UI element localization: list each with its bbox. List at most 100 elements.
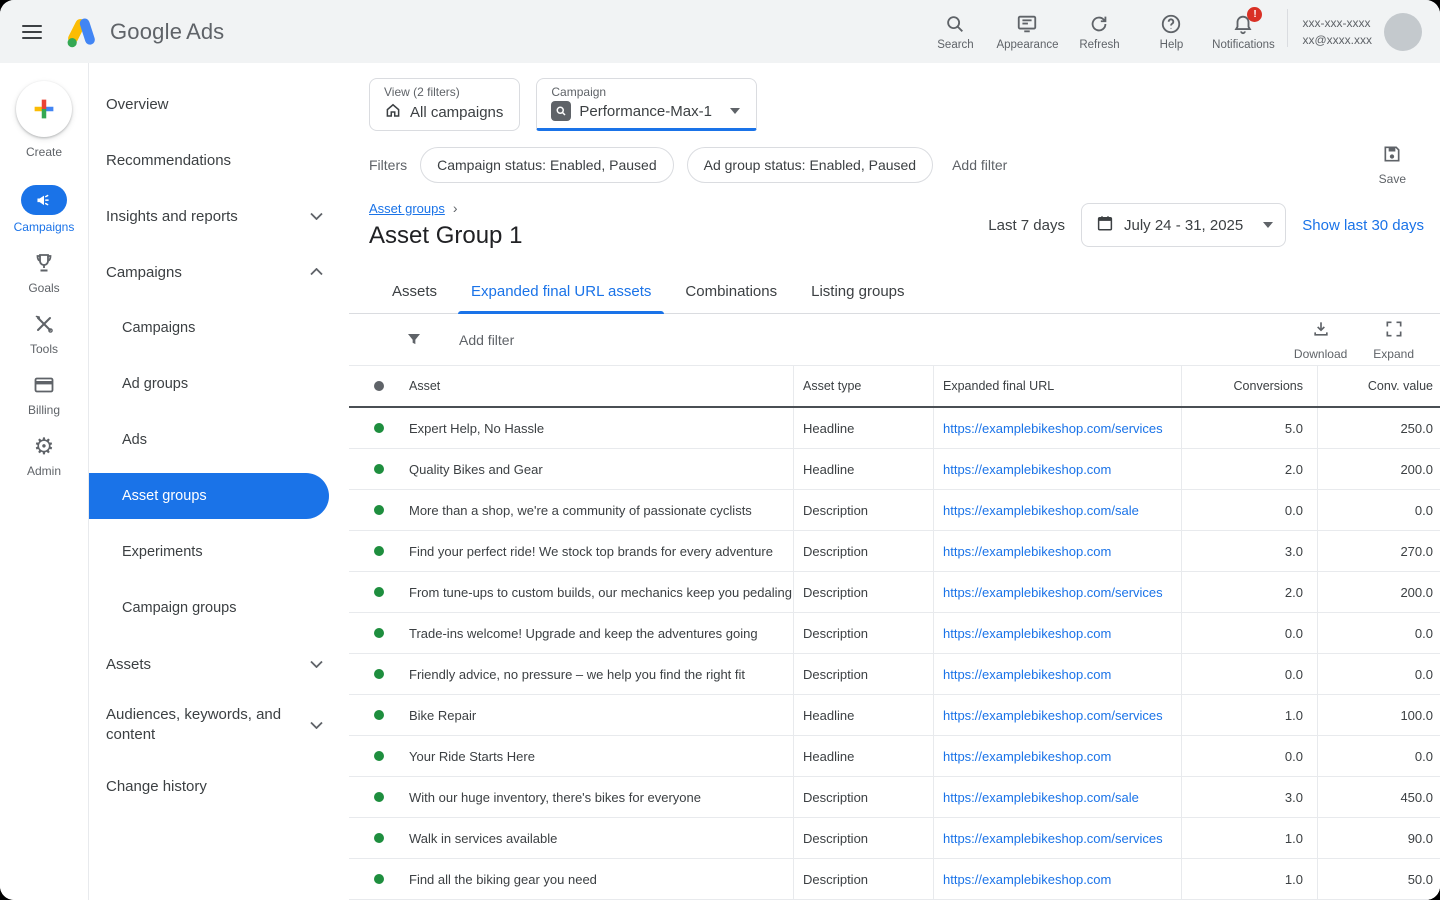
- expanded-final-url-link[interactable]: https://examplebikeshop.com/services: [933, 695, 1181, 735]
- asset-type-cell: Headline: [793, 449, 933, 489]
- expanded-final-url-link[interactable]: https://examplebikeshop.com: [933, 654, 1181, 694]
- asset-cell: Friendly advice, no pressure – we help y…: [409, 666, 746, 682]
- download-button[interactable]: Download: [1294, 319, 1347, 361]
- expanded-final-url-link[interactable]: https://examplebikeshop.com: [933, 859, 1181, 899]
- expanded-final-url-link[interactable]: https://examplebikeshop.com/sale: [933, 777, 1181, 817]
- nav-item-recommendations[interactable]: Recommendations: [89, 132, 349, 188]
- rail-item-billing[interactable]: Billing: [28, 372, 60, 417]
- nav-item-assets[interactable]: Assets: [89, 636, 349, 692]
- column-header-asset-type[interactable]: Asset type: [793, 366, 933, 406]
- table-row[interactable]: Bike Repair Headline https://examplebike…: [349, 695, 1440, 736]
- create-button[interactable]: Create: [16, 81, 72, 159]
- date-range-value: July 24 - 31, 2025: [1124, 216, 1244, 234]
- help-button[interactable]: Help: [1135, 13, 1207, 51]
- nav-item-change-history[interactable]: Change history: [89, 758, 349, 814]
- breadcrumb-asset-groups-link[interactable]: Asset groups: [369, 201, 445, 216]
- table-row[interactable]: From tune-ups to custom builds, our mech…: [349, 572, 1440, 613]
- nav-item-ads[interactable]: Ads: [89, 412, 349, 468]
- nav-panel: Overview Recommendations Insights and re…: [89, 63, 349, 900]
- expanded-final-url-link[interactable]: https://examplebikeshop.com: [933, 613, 1181, 653]
- calendar-icon: [1096, 214, 1114, 237]
- refresh-button[interactable]: Refresh: [1063, 13, 1135, 51]
- page-title: Asset Group 1: [369, 222, 523, 249]
- conversions-cell: 3.0: [1181, 777, 1317, 817]
- date-range-picker[interactable]: July 24 - 31, 2025: [1081, 203, 1287, 247]
- table-row[interactable]: Find your perfect ride! We stock top bra…: [349, 531, 1440, 572]
- nav-item-experiments[interactable]: Experiments: [89, 524, 349, 580]
- campaign-selector[interactable]: Campaign Performance-Max-1: [536, 78, 757, 131]
- expanded-final-url-link[interactable]: https://examplebikeshop.com/sale: [933, 490, 1181, 530]
- table-header: Asset Asset type Expanded final URL Conv…: [349, 366, 1440, 408]
- status-enabled-icon: [374, 874, 384, 884]
- rail-item-tools[interactable]: Tools: [30, 311, 58, 356]
- asset-type-cell: Headline: [793, 408, 933, 448]
- column-header-conv-value[interactable]: Conv. value: [1317, 366, 1440, 406]
- table-row[interactable]: Find all the biking gear you need Descri…: [349, 859, 1440, 900]
- nav-item-asset-groups[interactable]: Asset groups: [89, 473, 329, 519]
- nav-item-campaign-groups[interactable]: Campaign groups: [89, 580, 349, 636]
- column-header-conversions[interactable]: Conversions: [1181, 366, 1317, 406]
- refresh-icon: [1088, 13, 1110, 35]
- status-column-header-icon[interactable]: [374, 381, 384, 392]
- tab-expanded-final-url-assets[interactable]: Expanded final URL assets: [454, 270, 668, 314]
- table-row[interactable]: Quality Bikes and Gear Headline https://…: [349, 449, 1440, 490]
- menu-icon[interactable]: [22, 24, 42, 39]
- expand-button[interactable]: Expand: [1373, 319, 1414, 361]
- status-enabled-icon: [374, 792, 384, 802]
- conv-value-cell: 90.0: [1317, 818, 1440, 858]
- table-row[interactable]: More than a shop, we're a community of p…: [349, 490, 1440, 531]
- table-row[interactable]: With our huge inventory, there's bikes f…: [349, 777, 1440, 818]
- table-row[interactable]: Friendly advice, no pressure – we help y…: [349, 654, 1440, 695]
- nav-item-audiences[interactable]: Audiences, keywords, and content: [89, 692, 349, 758]
- tab-listing-groups[interactable]: Listing groups: [794, 270, 921, 313]
- nav-item-sub-campaigns[interactable]: Campaigns: [89, 300, 349, 356]
- table-row[interactable]: Expert Help, No Hassle Headline https://…: [349, 408, 1440, 449]
- status-enabled-icon: [374, 464, 384, 474]
- conversions-cell: 0.0: [1181, 613, 1317, 653]
- nav-item-campaigns[interactable]: Campaigns: [89, 244, 349, 300]
- conversions-cell: 1.0: [1181, 695, 1317, 735]
- expanded-final-url-link[interactable]: https://examplebikeshop.com: [933, 736, 1181, 776]
- rail-item-goals[interactable]: Goals: [28, 250, 60, 295]
- expanded-final-url-link[interactable]: https://examplebikeshop.com/services: [933, 818, 1181, 858]
- content-area: View (2 filters) All campaigns Campaign …: [349, 63, 1440, 900]
- view-selector[interactable]: View (2 filters) All campaigns: [369, 78, 521, 131]
- tab-combinations[interactable]: Combinations: [668, 270, 794, 313]
- avatar[interactable]: [1384, 12, 1422, 51]
- table-row[interactable]: Trade-ins welcome! Upgrade and keep the …: [349, 613, 1440, 654]
- scope-selectors: View (2 filters) All campaigns Campaign …: [349, 63, 1440, 131]
- add-filter-link[interactable]: Add filter: [952, 157, 1007, 173]
- search-button[interactable]: Search: [919, 13, 991, 51]
- nav-item-insights[interactable]: Insights and reports: [89, 188, 349, 244]
- table-add-filter-link[interactable]: Add filter: [459, 332, 514, 348]
- asset-type-cell: Description: [793, 777, 933, 817]
- filter-chip-campaign-status[interactable]: Campaign status: Enabled, Paused: [420, 147, 674, 183]
- account-email: xx@xxxx.xxx: [1302, 32, 1372, 47]
- google-ads-logo: Google Ads: [64, 15, 224, 49]
- status-enabled-icon: [374, 751, 384, 761]
- rail-item-admin[interactable]: ⚙ Admin: [27, 433, 61, 478]
- show-last-30-days-link[interactable]: Show last 30 days: [1302, 217, 1424, 234]
- appearance-button[interactable]: Appearance: [991, 13, 1063, 51]
- conv-value-cell: 0.0: [1317, 490, 1440, 530]
- status-enabled-icon: [374, 423, 384, 433]
- column-header-expanded-final-url[interactable]: Expanded final URL: [933, 366, 1181, 406]
- expanded-final-url-link[interactable]: https://examplebikeshop.com: [933, 531, 1181, 571]
- expanded-final-url-link[interactable]: https://examplebikeshop.com: [933, 449, 1181, 489]
- filter-chip-ad-group-status[interactable]: Ad group status: Enabled, Paused: [686, 147, 934, 183]
- nav-item-overview[interactable]: Overview: [89, 76, 349, 132]
- date-range-label: Last 7 days: [988, 216, 1065, 234]
- caret-down-icon: [1263, 222, 1274, 228]
- save-button[interactable]: Save: [1379, 144, 1406, 186]
- filter-funnel-icon[interactable]: [405, 331, 423, 349]
- rail-item-campaigns[interactable]: Campaigns: [14, 185, 74, 234]
- asset-cell: Your Ride Starts Here: [409, 748, 535, 764]
- expanded-final-url-link[interactable]: https://examplebikeshop.com/services: [933, 408, 1181, 448]
- notifications-button[interactable]: ! Notifications: [1207, 6, 1279, 51]
- nav-item-ad-groups[interactable]: Ad groups: [89, 356, 349, 412]
- expanded-final-url-link[interactable]: https://examplebikeshop.com/services: [933, 572, 1181, 612]
- table-row[interactable]: Your Ride Starts Here Headline https://e…: [349, 736, 1440, 777]
- tab-assets[interactable]: Assets: [375, 270, 454, 313]
- column-header-asset[interactable]: Asset: [409, 379, 793, 393]
- table-row[interactable]: Walk in services available Description h…: [349, 818, 1440, 859]
